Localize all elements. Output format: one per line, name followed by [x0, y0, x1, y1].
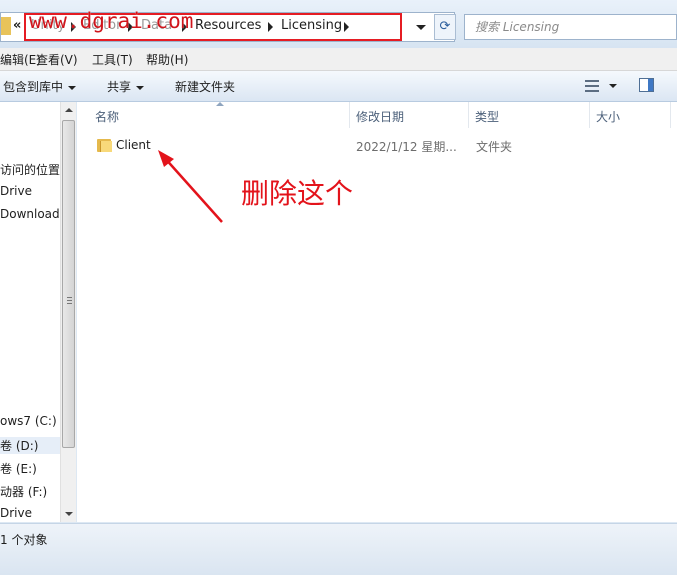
nav-item-drive[interactable]: Drive: [0, 184, 32, 198]
chevron-down-icon: [136, 85, 145, 90]
nav-item-recent[interactable]: 访问的位置: [0, 161, 60, 178]
menu-edit[interactable]: 编辑(E): [0, 51, 41, 68]
annotation-arrow: [158, 150, 223, 223]
search-box[interactable]: [464, 14, 677, 40]
folder-icon: [1, 17, 11, 35]
preview-pane-icon[interactable]: [639, 78, 654, 92]
nav-item-drive-f[interactable]: 动器 (F:): [0, 483, 47, 500]
menu-tools[interactable]: 工具(T): [92, 51, 133, 68]
folder-icon: [97, 138, 112, 152]
share-button[interactable]: 共享: [107, 78, 145, 95]
scroll-down-icon[interactable]: [65, 512, 73, 516]
view-options-icon[interactable]: [585, 80, 599, 92]
nav-item-downloads[interactable]: Downloads: [0, 207, 66, 221]
item-count: 1 个对象: [0, 533, 48, 547]
nav-item-drive-2[interactable]: Drive: [0, 506, 32, 520]
column-header-size[interactable]: 大小: [590, 102, 670, 128]
address-bar-area: « Unity Editor Data Resources Licensing …: [0, 0, 677, 52]
refresh-button[interactable]: ⟳: [434, 14, 456, 40]
menu-bar: 编辑(E) 查看(V) 工具(T) 帮助(H): [0, 48, 677, 71]
include-library-label: 包含到库中: [3, 80, 64, 94]
file-name[interactable]: Client: [116, 138, 151, 152]
search-input[interactable]: [473, 19, 667, 35]
share-label: 共享: [107, 80, 132, 94]
watermark: www.dgrai.com: [29, 9, 194, 33]
chevron-down-icon: [416, 25, 426, 30]
nav-scrollbar[interactable]: [60, 102, 76, 522]
column-header-modified[interactable]: 修改日期: [350, 102, 468, 128]
nav-item-drive-e[interactable]: 卷 (E:): [0, 460, 37, 477]
new-folder-button[interactable]: 新建文件夹: [175, 78, 235, 95]
command-bar: 包含到库中 共享 新建文件夹: [0, 71, 677, 102]
annotation-text: 删除这个: [241, 177, 354, 210]
address-dropdown-button[interactable]: [411, 14, 431, 40]
file-modified: 2022/1/12 星期...: [356, 140, 457, 154]
scroll-thumb[interactable]: [62, 120, 75, 448]
chevron-down-icon[interactable]: [609, 84, 617, 88]
breadcrumb-overflow[interactable]: «: [13, 18, 21, 33]
chevron-down-icon: [68, 85, 77, 90]
status-bar: 1 个对象: [0, 523, 677, 575]
menu-view[interactable]: 查看(V): [36, 51, 78, 68]
nav-item-drive-c[interactable]: ows7 (C:): [0, 414, 57, 428]
column-header-name[interactable]: 名称: [89, 102, 349, 128]
menu-help[interactable]: 帮助(H): [146, 51, 188, 68]
column-header-type[interactable]: 类型: [469, 102, 589, 128]
nav-item-drive-d[interactable]: 卷 (D:): [0, 437, 60, 454]
include-library-button[interactable]: 包含到库中: [3, 78, 77, 95]
file-type: 文件夹: [476, 140, 513, 154]
scroll-up-icon[interactable]: [65, 108, 73, 112]
